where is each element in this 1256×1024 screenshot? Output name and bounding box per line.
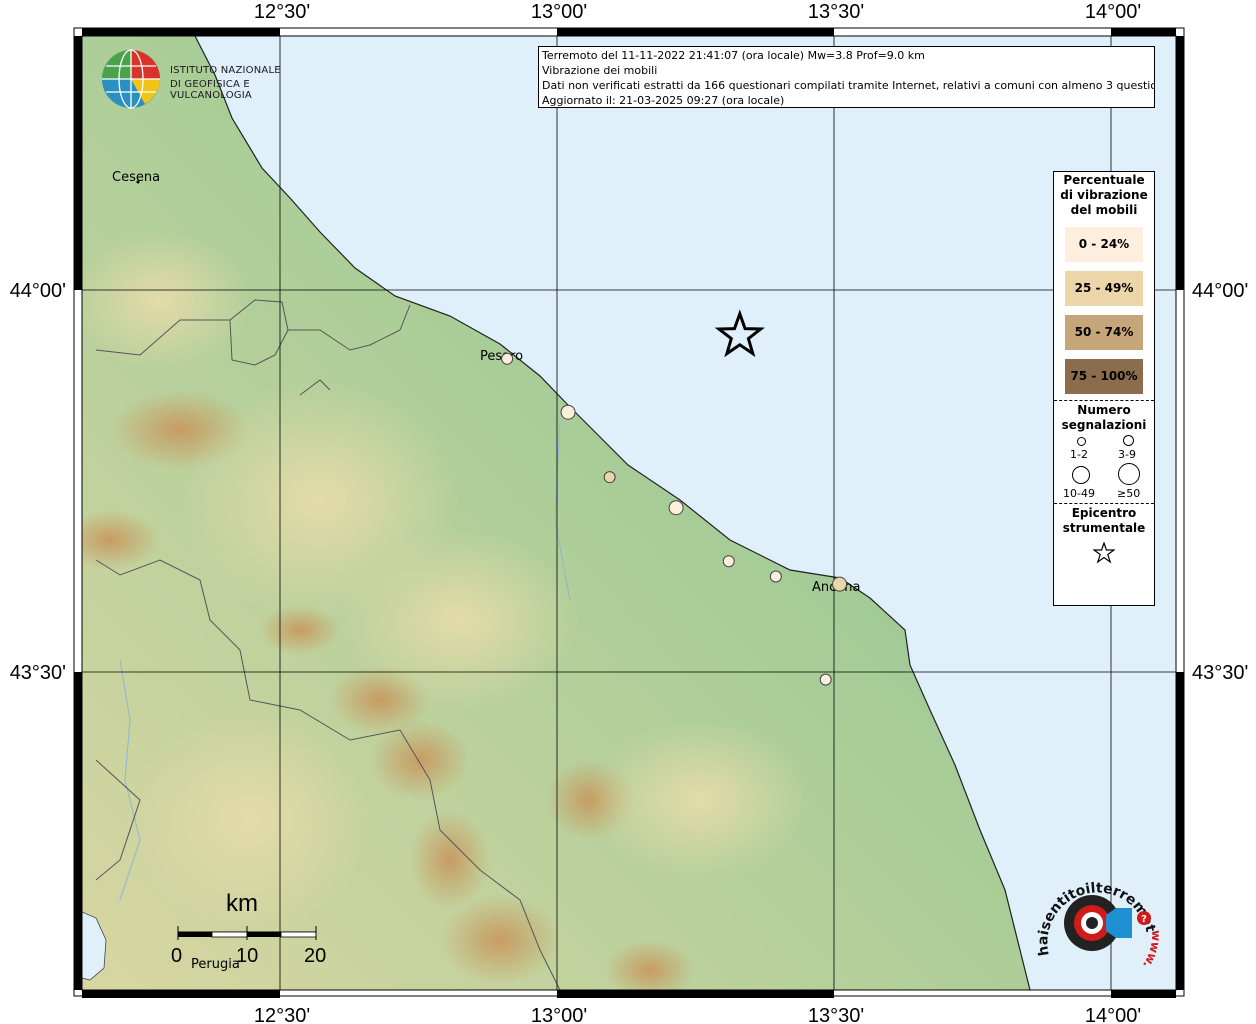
legend-class-2: 50 - 74% <box>1065 315 1143 350</box>
tick-labels-top: 12°30' 13°00' 13°30' 14°00' <box>254 1 1141 23</box>
tick-label: 12°30' <box>254 1 310 23</box>
legend-size-grid: 1-2 3-9 10-49 ≥50 <box>1054 433 1154 503</box>
city-label-cesena: Cesena <box>112 170 160 185</box>
ingv-logo-line1: ISTITUTO NAZIONALE <box>170 65 281 76</box>
question-mark-icon: ? <box>1141 914 1147 925</box>
legend-title: Percentuale di vibrazione del mobili <box>1060 173 1148 217</box>
tick-labels-bottom: 12°30' 13°00' 13°30' 14°00' <box>254 1005 1141 1024</box>
tick-label: 14°00' <box>1085 1 1141 23</box>
update-date: Aggiornato il: 21-03-2025 09:27 (ora loc… <box>542 94 785 107</box>
observation-point[interactable] <box>819 673 832 686</box>
size-circle-xlarge <box>1118 463 1140 485</box>
legend-class-3: 75 - 100% <box>1065 359 1143 394</box>
legend: Percentuale di vibrazione del mobili 0 -… <box>1053 171 1155 606</box>
tick-label: 13°30' <box>808 1 864 23</box>
observation-point[interactable] <box>603 471 616 484</box>
scale-bar-graphic <box>177 926 317 940</box>
observation-point[interactable] <box>501 352 514 365</box>
event-summary: Terremoto del 11-11-2022 21:41:07 (ora l… <box>542 49 925 62</box>
data-note: Dati non verificati estratti da 166 ques… <box>542 79 1155 92</box>
size-circle-medium <box>1123 435 1134 446</box>
size-label: 3-9 <box>1118 448 1136 461</box>
legend-count-title: Numero segnalazioni <box>1061 403 1147 432</box>
tick-label: 43°30' <box>1192 662 1248 684</box>
legend-epicenter-title: Epicentro strumentale <box>1062 506 1146 535</box>
tick-label: 43°30' <box>10 662 66 684</box>
globe-icon <box>102 49 160 109</box>
scale-label: 0 <box>171 945 183 967</box>
megaphone-icon <box>1106 908 1132 938</box>
observation-point[interactable] <box>769 570 782 583</box>
tick-labels-right: 44°00' 43°30' <box>1192 280 1248 684</box>
legend-class-0: 0 - 24% <box>1065 227 1143 262</box>
observation-point[interactable] <box>832 576 848 592</box>
haisentito-logo: haisentitoilterremoto.it www. ? <box>1034 860 1163 971</box>
legend-separator <box>1054 400 1154 401</box>
tick-label: 44°00' <box>1192 280 1248 302</box>
size-label: 1-2 <box>1070 448 1088 461</box>
tick-labels-left: 44°00' 43°30' <box>10 280 66 684</box>
tick-label: 13°00' <box>531 1 587 23</box>
tick-label: 13°00' <box>531 1005 587 1024</box>
size-circle-small <box>1077 437 1086 446</box>
size-label: 10-49 <box>1063 487 1095 500</box>
size-label: ≥50 <box>1117 487 1141 500</box>
map-subject: Vibrazione dei mobili <box>542 64 658 77</box>
tick-label: 44°00' <box>10 280 66 302</box>
ingv-logo-line2: DI GEOFISICA E VULCANOLOGIA <box>170 79 252 101</box>
scale-label: 20 <box>304 945 327 967</box>
haisentito-www: www. <box>1140 930 1163 971</box>
event-info-box: Terremoto del 11-11-2022 21:41:07 (ora l… <box>538 46 1155 108</box>
legend-separator <box>1054 503 1154 504</box>
tick-label: 12°30' <box>254 1005 310 1024</box>
svg-text:www.: www. <box>1140 930 1163 971</box>
observation-point[interactable] <box>668 500 684 516</box>
tick-label: 13°30' <box>808 1005 864 1024</box>
legend-class-1: 25 - 49% <box>1065 271 1143 306</box>
size-circle-large <box>1072 466 1090 484</box>
ingv-logo: ISTITUTO NAZIONALE DI GEOFISICA E VULCAN… <box>100 48 320 110</box>
scale-label: 10 <box>236 945 259 967</box>
tick-label: 14°00' <box>1085 1005 1141 1024</box>
observation-point[interactable] <box>722 555 735 568</box>
observation-point[interactable] <box>560 404 576 420</box>
scale-bar: km 0 10 20 <box>170 890 330 975</box>
star-icon <box>1093 542 1115 564</box>
scale-unit: km <box>226 890 258 917</box>
